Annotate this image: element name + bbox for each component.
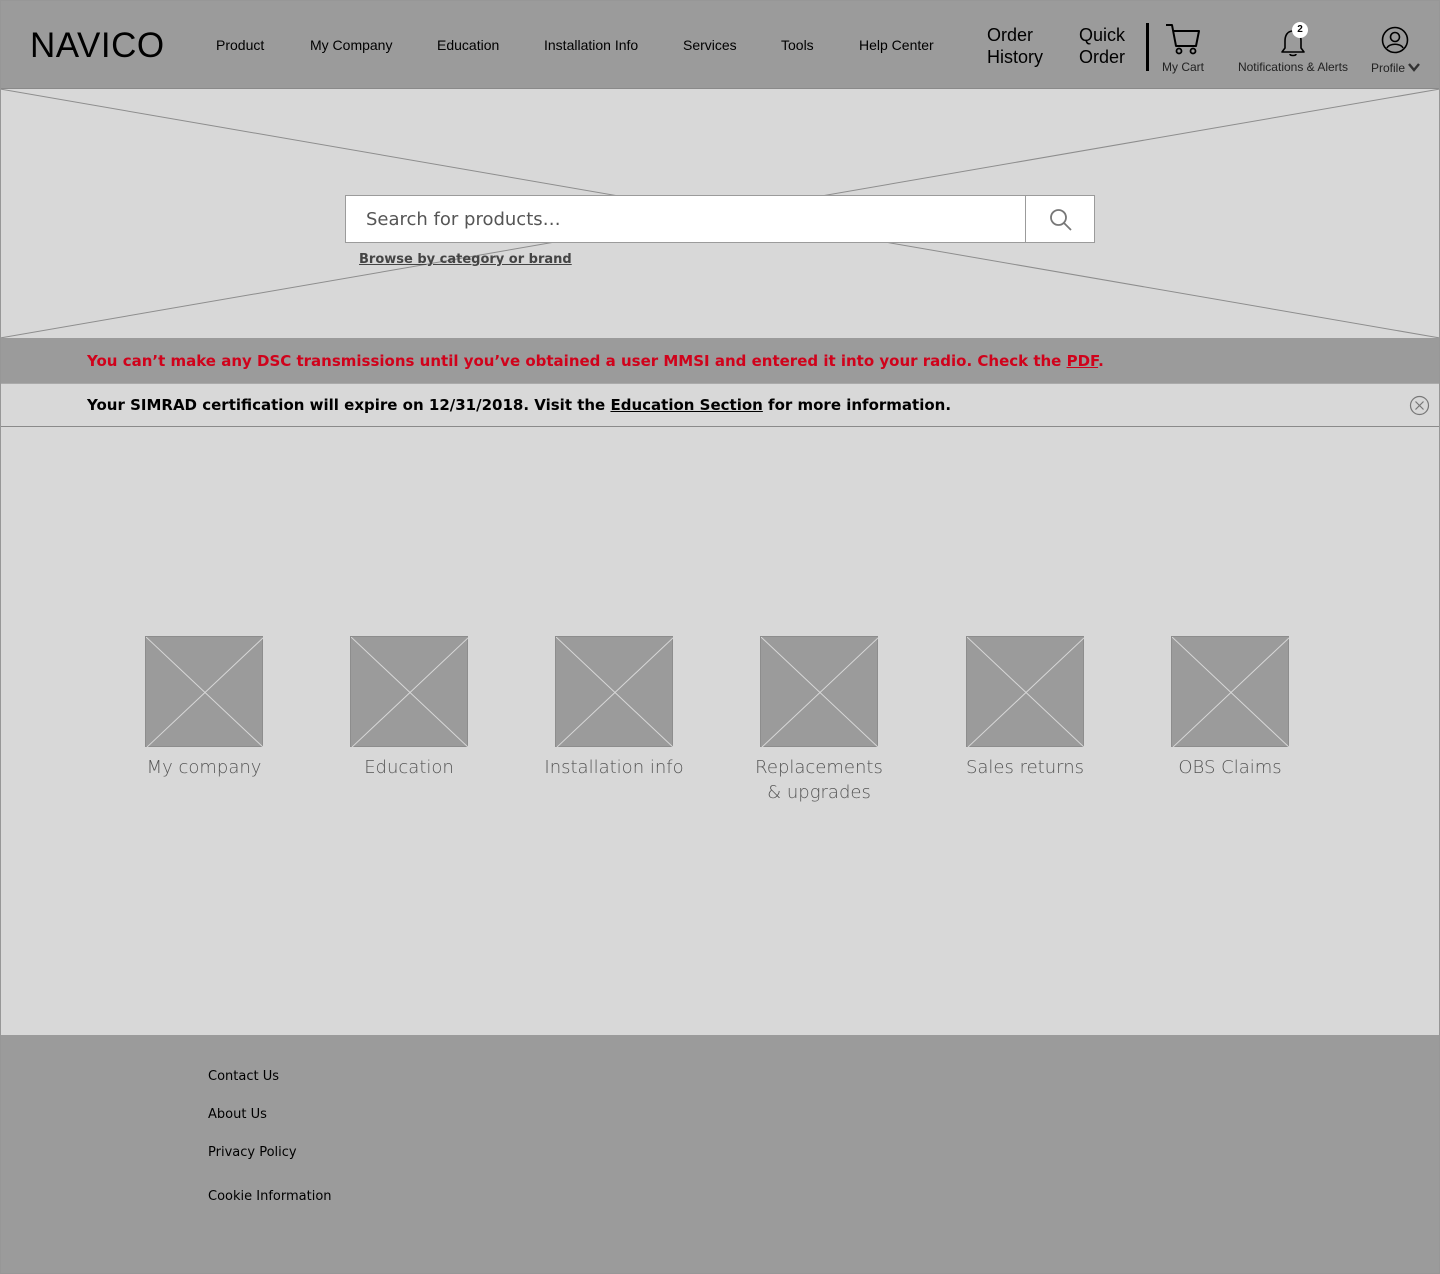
tile-education[interactable]: Education — [329, 636, 489, 780]
nav-installation-info[interactable]: Installation Info — [544, 37, 638, 53]
notifications-button[interactable]: 2 Notifications & Alerts — [1232, 22, 1354, 78]
header: NAVICO Product My Company Education Inst… — [0, 0, 1440, 89]
header-divider — [1146, 23, 1149, 71]
dsc-alert-banner: You can’t make any DSC transmissions unt… — [0, 338, 1440, 383]
hero-banner: Browse by category or brand — [0, 89, 1440, 338]
notifications-label: Notifications & Alerts — [1237, 60, 1349, 74]
tile-replacements-upgrades[interactable]: Replacements & upgrades — [739, 636, 899, 805]
tile-placeholder-image — [1171, 636, 1290, 748]
quick-order-line1: Quick — [1079, 25, 1126, 45]
user-icon — [1381, 26, 1409, 54]
profile-label: Profile — [1371, 61, 1406, 75]
cart-icon — [1166, 24, 1200, 55]
order-history-line1: Order — [987, 25, 1034, 45]
footer-about-us[interactable]: About Us — [208, 1107, 267, 1122]
profile-menu[interactable]: Profile — [1366, 26, 1426, 76]
notification-count-badge: 2 — [1292, 22, 1308, 38]
tile-placeholder-image — [555, 636, 674, 748]
nav-quick-order[interactable]: Quick Order — [1079, 24, 1125, 68]
certification-alert-banner: Your SIMRAD certification will expire on… — [0, 383, 1440, 427]
education-section-link[interactable]: Education Section — [610, 396, 762, 414]
tile-my-company[interactable]: My company — [124, 636, 284, 780]
tile-sales-returns[interactable]: Sales returns — [945, 636, 1105, 780]
footer-privacy-policy[interactable]: Privacy Policy — [208, 1145, 297, 1160]
nav-help-center[interactable]: Help Center — [859, 37, 934, 53]
tile-installation-info[interactable]: Installation info — [534, 636, 694, 780]
tile-obs-claims[interactable]: OBS Claims — [1150, 636, 1310, 780]
nav-education[interactable]: Education — [437, 37, 499, 53]
certification-alert-message: Your SIMRAD certification will expire on… — [87, 396, 611, 414]
order-history-line2: History — [987, 47, 1044, 67]
search-button[interactable] — [1025, 196, 1094, 242]
dsc-alert-end: . — [1098, 352, 1104, 370]
nav-product[interactable]: Product — [216, 37, 264, 53]
nav-services[interactable]: Services — [683, 37, 737, 53]
search-icon — [1050, 209, 1072, 231]
tile-placeholder-image — [145, 636, 264, 748]
certification-alert-text: Your SIMRAD certification will expire on… — [87, 396, 951, 414]
close-icon[interactable] — [1409, 395, 1430, 416]
tile-label: My company — [146, 757, 262, 778]
chevron-down-icon — [1408, 63, 1420, 72]
footer-cookie-information[interactable]: Cookie Information — [208, 1189, 332, 1204]
pdf-link[interactable]: PDF — [1067, 352, 1099, 370]
search-bar — [345, 195, 1095, 243]
nav-my-company[interactable]: My Company — [310, 37, 392, 53]
nav-tools[interactable]: Tools — [781, 37, 814, 53]
tile-label: Replacements & upgrades — [755, 757, 883, 803]
tile-label: Sales returns — [965, 757, 1085, 778]
footer-contact-us[interactable]: Contact Us — [208, 1069, 279, 1084]
certification-alert-end: for more information. — [762, 396, 952, 414]
nav-order-history[interactable]: Order History — [987, 24, 1043, 68]
tile-placeholder-image — [760, 636, 879, 748]
tile-placeholder-image — [350, 636, 469, 748]
tile-label: OBS Claims — [1178, 757, 1282, 778]
cart-button[interactable]: My Cart — [1158, 22, 1208, 74]
quick-order-line2: Order — [1079, 47, 1126, 67]
browse-category-link[interactable]: Browse by category or brand — [359, 252, 572, 267]
search-input[interactable] — [346, 196, 1025, 242]
logo[interactable]: NAVICO — [30, 26, 165, 66]
dsc-alert-message: You can’t make any DSC transmissions unt… — [87, 352, 1067, 370]
dsc-alert-text: You can’t make any DSC transmissions unt… — [87, 352, 1104, 370]
footer: Contact Us About Us Privacy Policy Cooki… — [0, 1035, 1440, 1274]
tile-label: Installation info — [544, 757, 684, 778]
tile-placeholder-image — [966, 636, 1085, 748]
tile-label: Education — [364, 757, 454, 778]
cart-label: My Cart — [1162, 60, 1204, 74]
